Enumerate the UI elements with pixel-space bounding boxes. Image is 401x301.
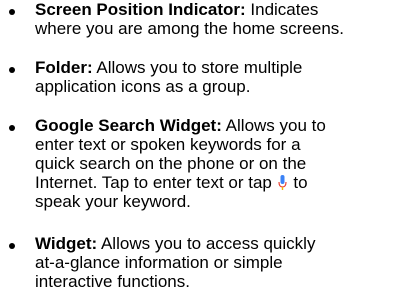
bullet [9,9,15,15]
description-text: at-a-glance information or simple [35,253,283,272]
list-item: Screen Position Indicator: Indicates whe… [0,0,401,57]
term-label: Google Search Widget: [35,116,222,135]
list-item: Google Search Widget: Allows you to ente… [0,116,401,231]
bullet [9,125,15,131]
microphone-icon [278,173,287,192]
description-text: Internet. Tap to enter text or tap [35,173,272,192]
description-text: quick search on the phone or on the [35,154,307,173]
list-item: Widget: Allows you to access quickly at-… [0,234,401,301]
description-text: application icons as a group. [35,77,251,96]
description-text: speak your keyword. [35,192,191,211]
term-label: Widget: [35,234,98,253]
description-text: Allows you to [225,116,326,135]
term-label: Folder: [35,58,93,77]
description-text: to [293,173,308,192]
list-item: Folder: Allows you to store multiple app… [0,58,401,115]
term-label: Screen Position Indicator: [35,0,246,19]
description-text: Indicates [250,0,319,19]
description-text: Allows you to store multiple [96,58,303,77]
description-text: interactive functions. [35,272,190,291]
bullet [9,67,15,73]
bullet [9,243,15,249]
feature-list: Screen Position Indicator: Indicates whe… [0,0,401,301]
description-text: enter text or spoken keywords for a [35,135,301,154]
description-text: where you are among the home screens. [35,19,345,38]
description-text: Allows you to access quickly [100,234,316,253]
